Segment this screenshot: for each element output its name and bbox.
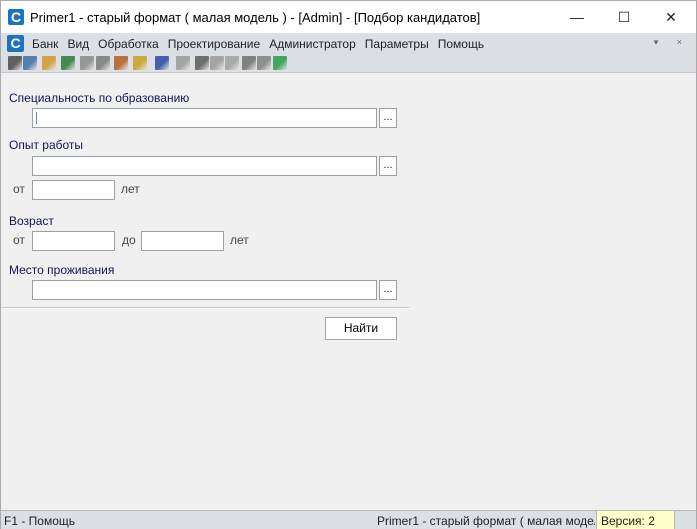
app-icon: C [8,9,24,25]
chart-icon[interactable] [155,56,169,70]
help-icon[interactable] [133,56,147,70]
toolbar [1,54,696,73]
menu-item-admin[interactable]: Администратор [269,37,360,51]
age-from-input[interactable] [32,231,115,251]
form-separator [1,307,409,309]
residence-browse-button[interactable]: ... [379,280,397,300]
experience-input[interactable] [32,156,377,176]
menu-item-processing[interactable]: Обработка [98,37,163,51]
experience-from-label: от [13,182,25,196]
tools-icon[interactable] [96,56,110,70]
age-label: Возраст [9,214,54,228]
binoculars-next-icon[interactable] [23,56,37,70]
menu-items: Банк Вид Обработка Проектирование Админи… [32,37,493,51]
experience-years-label: лет [121,182,140,196]
specialty-label: Специальность по образованию [9,91,190,105]
age-from-label: от [13,233,25,247]
residence-input[interactable] [32,280,377,300]
open-folder-icon[interactable] [42,56,56,70]
maximize-button[interactable]: ☐ [601,1,647,33]
menu-item-help[interactable]: Помощь [438,37,488,51]
menu-item-bank[interactable]: Банк [32,37,62,51]
minimize-button[interactable]: — [554,1,600,33]
status-version: Версия: 2 [596,511,674,529]
new-doc-icon[interactable] [210,56,224,70]
search-form: Специальность по образованию ... Опыт ра… [1,74,696,510]
age-years-label: лет [230,233,249,247]
age-to-input[interactable] [141,231,224,251]
refresh-icon[interactable] [273,56,287,70]
menu-app-icon[interactable]: C [7,35,24,52]
specialty-input[interactable] [32,108,377,128]
floppy-icon[interactable] [195,56,209,70]
experience-browse-button[interactable]: ... [379,156,397,176]
menu-item-design[interactable]: Проектирование [168,37,265,51]
binoculars-icon[interactable] [8,56,22,70]
status-db-name: Primer1 - старый формат ( малая модел [377,514,595,528]
window-title: Primer1 - старый формат ( малая модель )… [30,10,481,25]
age-to-label: до [122,233,136,247]
title-bar: C Primer1 - старый формат ( малая модель… [1,1,696,33]
menu-item-view[interactable]: Вид [67,37,93,51]
menu-item-parameters[interactable]: Параметры [365,37,433,51]
status-help: F1 - Помощь [4,514,76,528]
experience-label: Опыт работы [9,138,84,152]
wizard-icon[interactable] [114,56,128,70]
close-button[interactable]: ✕ [648,1,694,33]
save-icon[interactable] [61,56,75,70]
cut-icon[interactable] [242,56,256,70]
specialty-browse-button[interactable]: ... [379,108,397,128]
status-end-panel [674,511,696,529]
status-bar: F1 - Помощь Primer1 - старый формат ( ма… [1,510,696,529]
mdi-controls[interactable]: ▾ × [654,37,690,48]
find-button[interactable]: Найти [325,317,397,340]
copy-icon[interactable] [80,56,94,70]
print-icon[interactable] [176,56,190,70]
settings-icon[interactable] [257,56,271,70]
app-window: C Primer1 - старый формат ( малая модель… [0,0,697,529]
residence-label: Место проживания [9,263,115,277]
experience-years-input[interactable] [32,180,115,200]
menu-bar: C Банк Вид Обработка Проектирование Адми… [1,33,696,54]
delete-doc-icon[interactable] [225,56,239,70]
